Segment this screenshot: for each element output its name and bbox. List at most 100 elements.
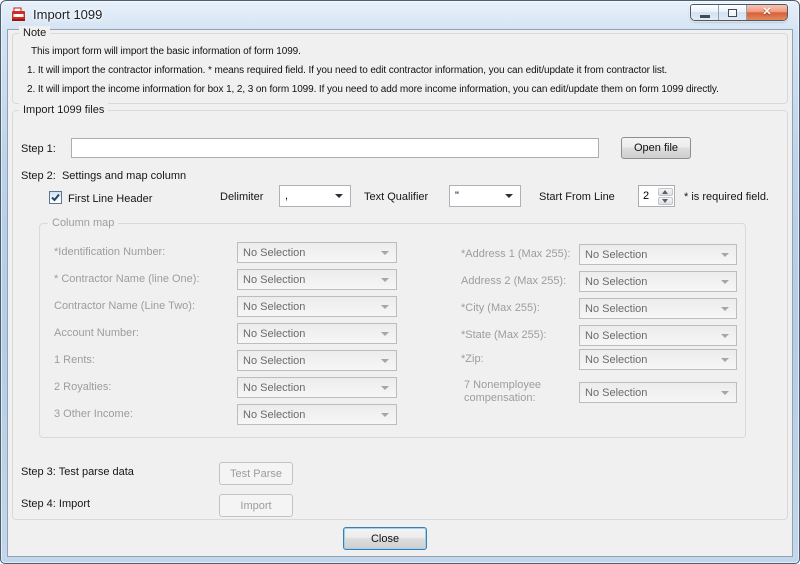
step4-label: Step 4: Import <box>21 498 90 511</box>
arrow-down-icon <box>662 199 668 203</box>
dialog-body: Note This import form will import the ba… <box>8 30 792 556</box>
field-label-rents: 1 Rents: <box>54 354 95 367</box>
app-icon <box>11 7 27 23</box>
combo-value: No Selection <box>585 276 647 288</box>
maximize-icon <box>728 9 737 17</box>
chevron-down-icon <box>381 386 389 390</box>
note-line-3: 2. It will import the income information… <box>27 84 719 95</box>
close-window-button[interactable]: ✕ <box>747 5 787 20</box>
address-2-select[interactable]: No Selection <box>579 271 737 292</box>
window: Import 1099 ✕ Note This import form will… <box>0 0 800 564</box>
note-line-2: 1. It will import the contractor informa… <box>27 65 667 76</box>
import-files-group: Import 1099 files Step 1: Open file Step… <box>12 110 788 520</box>
contractor-name-two-select[interactable]: No Selection <box>237 296 397 317</box>
minimize-icon <box>700 15 710 18</box>
start-from-line-value: 2 <box>643 190 649 202</box>
account-number-select[interactable]: No Selection <box>237 323 397 344</box>
field-label-zip: *Zip: <box>461 353 484 366</box>
caption-buttons: ✕ <box>690 4 788 21</box>
chevron-down-icon <box>335 194 343 198</box>
delimiter-select[interactable]: , <box>279 185 351 207</box>
combo-value: No Selection <box>243 382 305 394</box>
open-file-button[interactable]: Open file <box>621 137 691 159</box>
royalties-select[interactable]: No Selection <box>237 377 397 398</box>
first-line-header-checkbox[interactable] <box>49 191 62 204</box>
start-from-line-stepper[interactable]: 2 <box>638 185 675 207</box>
address-1-select[interactable]: No Selection <box>579 244 737 265</box>
chevron-down-icon <box>721 253 729 257</box>
arrow-up-icon <box>662 190 668 194</box>
chevron-down-icon <box>381 305 389 309</box>
combo-value: No Selection <box>585 249 647 261</box>
window-title: Import 1099 <box>33 7 102 22</box>
import-files-group-title: Import 1099 files <box>19 103 108 118</box>
chevron-down-icon <box>721 280 729 284</box>
combo-value: No Selection <box>243 301 305 313</box>
other-income-select[interactable]: No Selection <box>237 404 397 425</box>
chevron-down-icon <box>721 358 729 362</box>
chevron-down-icon <box>381 278 389 282</box>
column-map-group: Column map *Identification Number: * Con… <box>39 223 746 438</box>
first-line-header-label[interactable]: First Line Header <box>68 193 152 206</box>
close-button[interactable]: Close <box>343 527 427 550</box>
delimiter-label: Delimiter <box>220 191 263 204</box>
combo-value: No Selection <box>585 303 647 315</box>
chevron-down-icon <box>721 307 729 311</box>
step1-label: Step 1: <box>21 143 56 156</box>
field-label-contractor-name-one: * Contractor Name (line One): <box>54 273 200 286</box>
note-group: Note This import form will import the ba… <box>12 33 788 104</box>
field-label-contractor-name-two: Contractor Name (Line Two): <box>54 300 195 313</box>
column-map-group-title: Column map <box>48 216 118 231</box>
chevron-down-icon <box>721 391 729 395</box>
step2-label: Step 2: Settings and map column <box>21 170 186 183</box>
zip-select[interactable]: No Selection <box>579 349 737 370</box>
note-line-1: This import form will import the basic i… <box>31 46 301 57</box>
spin-down-button[interactable] <box>658 197 673 205</box>
required-field-note: * is required field. <box>684 191 769 204</box>
combo-value: No Selection <box>243 328 305 340</box>
field-label-city: *City (Max 255): <box>461 302 540 315</box>
step3-label: Step 3: Test parse data <box>21 466 134 479</box>
test-parse-button[interactable]: Test Parse <box>219 462 293 485</box>
field-label-account-number: Account Number: <box>54 327 139 340</box>
rents-select[interactable]: No Selection <box>237 350 397 371</box>
field-label-identification-number: *Identification Number: <box>54 246 165 259</box>
title-bar[interactable]: Import 1099 ✕ <box>0 0 800 30</box>
import-button[interactable]: Import <box>219 494 293 517</box>
chevron-down-icon <box>381 251 389 255</box>
close-icon: ✕ <box>762 7 771 18</box>
spin-up-button[interactable] <box>658 188 673 196</box>
field-label-state: *State (Max 255): <box>461 329 547 342</box>
contractor-name-one-select[interactable]: No Selection <box>237 269 397 290</box>
chevron-down-icon <box>721 334 729 338</box>
combo-value: No Selection <box>585 354 647 366</box>
chevron-down-icon <box>381 332 389 336</box>
nonemployee-compensation-select[interactable]: No Selection <box>579 382 737 403</box>
maximize-button[interactable] <box>719 5 747 20</box>
combo-value: No Selection <box>243 409 305 421</box>
chevron-down-icon <box>381 413 389 417</box>
checkmark-icon <box>50 192 61 203</box>
note-group-title: Note <box>19 26 50 41</box>
field-label-other-income: 3 Other Income: <box>54 408 133 421</box>
minimize-button[interactable] <box>691 5 719 20</box>
delimiter-value: , <box>285 190 288 202</box>
state-select[interactable]: No Selection <box>579 325 737 346</box>
identification-number-select[interactable]: No Selection <box>237 242 397 263</box>
combo-value: No Selection <box>243 247 305 259</box>
text-qualifier-select[interactable]: " <box>449 185 521 207</box>
start-from-line-label: Start From Line <box>539 191 615 204</box>
combo-value: No Selection <box>243 355 305 367</box>
city-select[interactable]: No Selection <box>579 298 737 319</box>
field-label-nonemployee-compensation: 7 Nonemployee compensation: <box>464 379 576 405</box>
combo-value: No Selection <box>585 330 647 342</box>
combo-value: No Selection <box>585 387 647 399</box>
text-qualifier-value: " <box>455 190 459 202</box>
chevron-down-icon <box>505 194 513 198</box>
combo-value: No Selection <box>243 274 305 286</box>
chevron-down-icon <box>381 359 389 363</box>
field-label-royalties: 2 Royalties: <box>54 381 111 394</box>
field-label-address-2: Address 2 (Max 255): <box>461 275 566 288</box>
file-path-input[interactable] <box>71 138 599 158</box>
field-label-address-1: *Address 1 (Max 255): <box>461 248 570 261</box>
